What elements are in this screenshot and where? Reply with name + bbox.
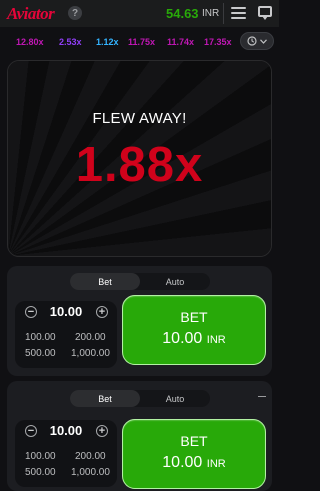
- minus-icon[interactable]: −: [25, 425, 37, 437]
- bet-button[interactable]: BET 10.00 INR: [122, 295, 266, 365]
- quick-amount-button[interactable]: 100.00: [25, 451, 56, 462]
- stake-stepper: − 10.00 +: [15, 422, 117, 440]
- stake-stepper: − 10.00 +: [15, 303, 117, 321]
- history-multiplier: 1.12x: [96, 37, 119, 47]
- tab-bet[interactable]: Bet: [70, 273, 140, 290]
- quick-amount-button[interactable]: 1,000.00: [71, 467, 110, 478]
- bet-mode-tabs: Bet Auto: [70, 390, 210, 407]
- top-bar: Aviator ? 54.63 INR: [0, 0, 279, 27]
- stake-input[interactable]: 10.00: [37, 304, 95, 319]
- bet-amount-value: 10.00: [162, 330, 203, 347]
- help-icon[interactable]: ?: [68, 6, 82, 20]
- bet-button-label: BET: [180, 433, 208, 449]
- round-status: FLEW AWAY!: [92, 110, 187, 127]
- bet-amount-currency: INR: [206, 458, 226, 470]
- history-multiplier: 2.53x: [59, 37, 82, 47]
- quick-amount-button[interactable]: 100.00: [25, 332, 56, 343]
- plus-icon[interactable]: +: [96, 425, 108, 437]
- history-button[interactable]: [240, 32, 274, 50]
- minus-icon[interactable]: −: [25, 306, 37, 318]
- stake-input[interactable]: 10.00: [37, 423, 95, 438]
- remove-panel-icon[interactable]: [258, 396, 266, 397]
- stake-box: − 10.00 + 100.00 200.00 500.00 1,000.00: [15, 420, 117, 487]
- quick-amount-button[interactable]: 1,000.00: [71, 348, 110, 359]
- tab-auto[interactable]: Auto: [140, 390, 210, 407]
- balance-currency: INR: [202, 8, 220, 19]
- balance-amount: 54.63: [166, 6, 199, 21]
- history-icon: [247, 36, 257, 46]
- chat-icon[interactable]: [258, 6, 272, 20]
- bet-mode-tabs: Bet Auto: [70, 273, 210, 290]
- crash-multiplier: 1.88x: [75, 138, 204, 192]
- bet-button-label: BET: [180, 309, 208, 325]
- divider: [223, 3, 224, 24]
- chevron-down-icon: [260, 38, 267, 44]
- quick-amount-button[interactable]: 500.00: [25, 467, 56, 478]
- history-multiplier: 11.75x: [128, 37, 156, 47]
- stake-box: − 10.00 + 100.00 200.00 500.00 1,000.00: [15, 301, 117, 368]
- bet-amount-currency: INR: [206, 334, 226, 346]
- quick-amount-button[interactable]: 200.00: [75, 451, 106, 462]
- tab-bet[interactable]: Bet: [70, 390, 140, 407]
- quick-amount-button[interactable]: 200.00: [75, 332, 106, 343]
- history-multiplier: 12.80x: [16, 37, 44, 47]
- bet-button-amount: 10.00 INR: [123, 330, 265, 348]
- game-screen: FLEW AWAY! 1.88x: [7, 60, 272, 257]
- menu-icon[interactable]: [231, 7, 246, 19]
- plus-icon[interactable]: +: [96, 306, 108, 318]
- bet-button[interactable]: BET 10.00 INR: [122, 419, 266, 489]
- bet-panel: Bet Auto − 10.00 + 100.00 200.00 500.00 …: [7, 266, 272, 376]
- bet-button-amount: 10.00 INR: [123, 454, 265, 472]
- quick-amount-button[interactable]: 500.00: [25, 348, 56, 359]
- history-multiplier: 11.74x: [167, 37, 195, 47]
- bet-amount-value: 10.00: [162, 454, 203, 471]
- bet-panel: Bet Auto − 10.00 + 100.00 200.00 500.00 …: [7, 381, 272, 491]
- aviator-logo: Aviator: [7, 4, 55, 23]
- history-multiplier: 17.35x: [204, 37, 232, 47]
- tab-auto[interactable]: Auto: [140, 273, 210, 290]
